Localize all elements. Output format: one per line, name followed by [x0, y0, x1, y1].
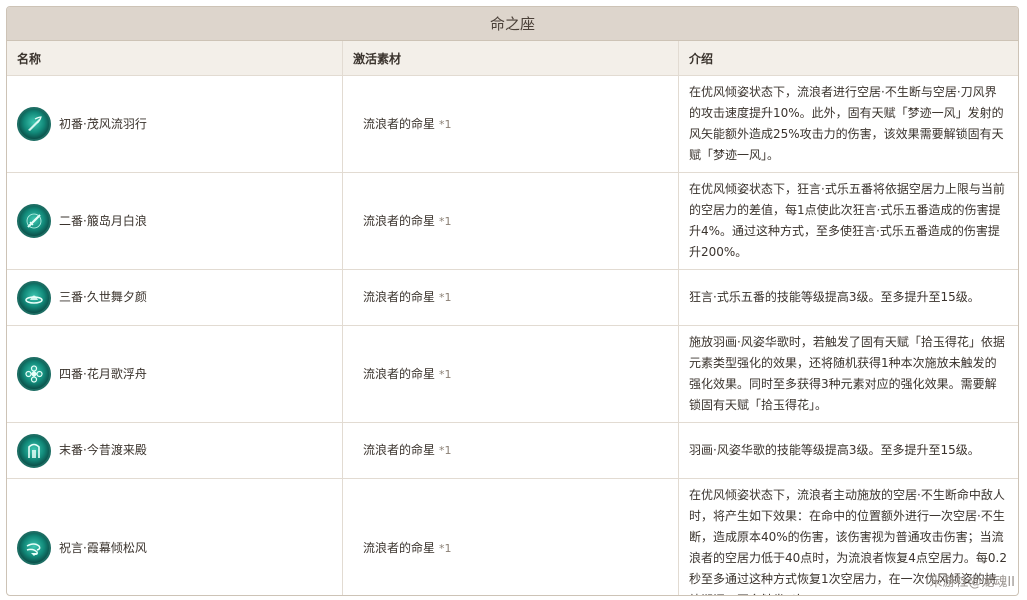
name-cell: 初番·茂风流羽行: [7, 75, 343, 173]
material-qty: *1: [439, 541, 452, 555]
description-cell: 在优风倾姿状态下，流浪者进行空居·不生断与空居·刀风界的攻击速度提升10%。此外…: [678, 75, 1018, 173]
material-name[interactable]: 流浪者的命星: [363, 367, 435, 381]
material-name[interactable]: 流浪者的命星: [363, 443, 435, 457]
material-qty: *1: [439, 444, 452, 457]
material-qty: *1: [439, 117, 452, 131]
constellation-name[interactable]: 初番·茂风流羽行: [59, 114, 147, 135]
name-cell: 三番·久世舞夕颜: [7, 269, 343, 326]
table-row: 末番·今昔渡来殿 流浪者的命星 *1 羽画·风姿华歌的技能等级提高3级。至多提升至…: [7, 422, 1018, 479]
material-cell: 流浪者的命星 *1: [342, 325, 679, 423]
material-name[interactable]: 流浪者的命星: [363, 117, 435, 131]
gate-icon[interactable]: [17, 433, 51, 468]
description-cell: 狂言·式乐五番的技能等级提高3级。至多提升至15级。: [678, 269, 1018, 326]
table-row: 三番·久世舞夕颜 流浪者的命星 *1 狂言·式乐五番的技能等级提高3级。至多提升至…: [7, 269, 1018, 326]
material-name[interactable]: 流浪者的命星: [363, 214, 435, 228]
name-cell: 四番·花月歌浮舟: [7, 325, 343, 423]
material-cell: 流浪者的命星 *1: [342, 269, 679, 326]
feather-sword-icon[interactable]: [17, 107, 51, 141]
table-row: 祝言·霞幕倾松风 流浪者的命星 *1 在优风倾姿状态下，流浪者主动施放的空居·不生…: [7, 478, 1018, 595]
header-material: 激活素材: [342, 41, 679, 76]
material-qty: *1: [439, 214, 452, 228]
material-cell: 流浪者的命星 *1: [342, 75, 679, 173]
constellation-table: 名称 激活素材 介绍 初番·茂风流羽行 流浪者的命星 *1 在优风倾姿状态下，流…: [7, 41, 1018, 595]
material-qty: *1: [439, 291, 452, 304]
constellation-table-frame: 命之座 名称 激活素材 介绍 初番·茂风流羽行 流浪者的命星 *1 在优风倾姿状…: [6, 6, 1019, 596]
constellation-name[interactable]: 祝言·霞幕倾松风: [59, 538, 147, 559]
constellation-name[interactable]: 四番·花月歌浮舟: [59, 364, 147, 385]
hat-icon[interactable]: [17, 280, 51, 315]
blade-icon[interactable]: [17, 204, 51, 238]
name-cell: 二番·箙岛月白浪: [7, 172, 343, 270]
table-row: 初番·茂风流羽行 流浪者的命星 *1 在优风倾姿状态下，流浪者进行空居·不生断与空…: [7, 75, 1018, 173]
table-title: 命之座: [7, 7, 1018, 41]
header-intro: 介绍: [678, 41, 1018, 76]
material-qty: *1: [439, 367, 452, 381]
watermark: 米游社@龙魂II: [929, 575, 1015, 590]
constellation-name[interactable]: 三番·久世舞夕颜: [59, 287, 147, 308]
description-cell: 施放羽画·风姿华歌时，若触发了固有天赋「拾玉得花」依据元素类型强化的效果，还将随…: [678, 325, 1018, 423]
constellation-name[interactable]: 二番·箙岛月白浪: [59, 211, 147, 232]
description-cell: 羽画·风姿华歌的技能等级提高3级。至多提升至15级。: [678, 422, 1018, 479]
name-cell: 祝言·霞幕倾松风: [7, 478, 343, 595]
wind-icon[interactable]: [17, 531, 51, 565]
flower-icon[interactable]: [17, 357, 51, 391]
name-cell: 末番·今昔渡来殿: [7, 422, 343, 479]
constellation-name[interactable]: 末番·今昔渡来殿: [59, 440, 147, 461]
material-cell: 流浪者的命星 *1: [342, 172, 679, 270]
table-row: 二番·箙岛月白浪 流浪者的命星 *1 在优风倾姿状态下，狂言·式乐五番将依据空居力…: [7, 172, 1018, 270]
material-cell: 流浪者的命星 *1: [342, 422, 679, 479]
material-cell: 流浪者的命星 *1: [342, 478, 679, 595]
material-name[interactable]: 流浪者的命星: [363, 290, 435, 304]
description-cell: 在优风倾姿状态下，狂言·式乐五番将依据空居力上限与当前的空居力的差值，每1点使此…: [678, 172, 1018, 270]
table-row: 四番·花月歌浮舟 流浪者的命星 *1 施放羽画·风姿华歌时，若触发了固有天赋「拾玉…: [7, 325, 1018, 423]
header-name: 名称: [7, 41, 343, 76]
material-name[interactable]: 流浪者的命星: [363, 541, 435, 555]
header-row: 名称 激活素材 介绍: [7, 41, 1018, 76]
